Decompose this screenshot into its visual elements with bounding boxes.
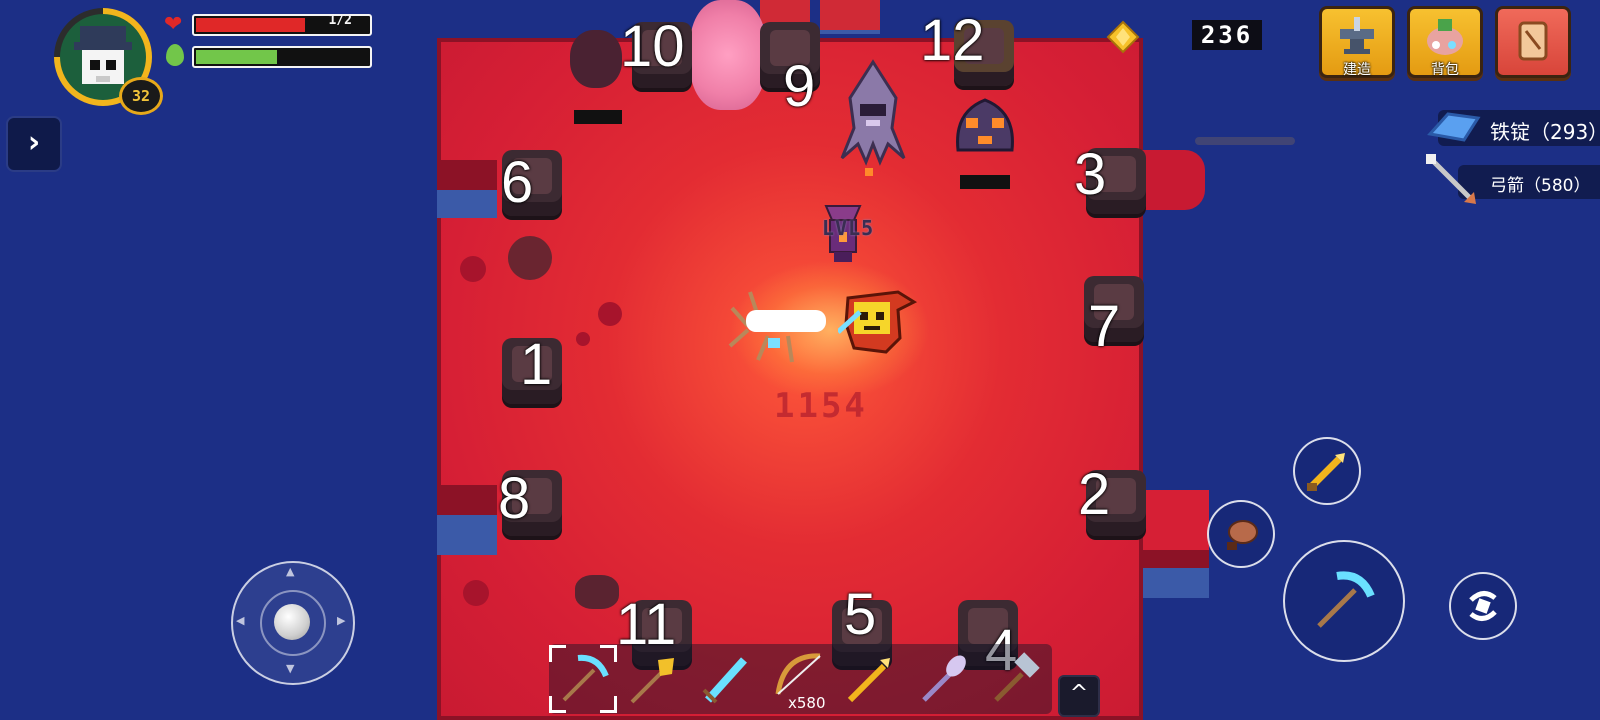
crystal-staff-icon: [922, 655, 966, 702]
blood-spot: [463, 580, 489, 606]
water-gap: [437, 515, 497, 555]
blood-spot: [598, 302, 622, 326]
spider-enemy: [728, 291, 826, 363]
swap-icon: [1469, 591, 1497, 621]
diamond-pickaxe-icon: [562, 654, 609, 702]
health-bar: 1/2: [192, 13, 372, 36]
water-gap: [437, 190, 497, 218]
arrow-down-icon: ▼: [286, 662, 295, 675]
golden-dagger-icon: [1307, 453, 1345, 491]
hotbar-slot-2[interactable]: [622, 646, 688, 712]
joystick-knob[interactable]: [274, 604, 310, 640]
pillar-label-7: 7: [1088, 294, 1121, 359]
hotbar-slot-5[interactable]: [838, 646, 904, 712]
food-button[interactable]: [1207, 500, 1275, 568]
hotbar-slot-7[interactable]: [982, 646, 1048, 712]
pillar-label-5: 5: [844, 582, 877, 647]
build-label: 建造: [1343, 62, 1371, 78]
enemy-level-label: LVL5: [822, 216, 875, 240]
primary-action-button[interactable]: [1283, 540, 1405, 662]
diamond-pickaxe-icon: [1317, 571, 1375, 628]
side-panel-toggle[interactable]: ›: [6, 116, 62, 172]
arrow-icon: [1426, 154, 1476, 204]
arrow-up-icon: ▲: [286, 565, 295, 578]
swap-button[interactable]: [1449, 572, 1517, 640]
wall-ledge: [437, 160, 497, 190]
pillar-label-10: 10: [620, 14, 685, 79]
enemy-health-bar: [574, 110, 622, 124]
iron-hammer-icon: [994, 652, 1040, 702]
pillar-label-2: 2: [1078, 462, 1111, 527]
debris: [575, 575, 619, 609]
pillar-label-1: 1: [520, 332, 553, 397]
wall-ledge: [1143, 550, 1209, 568]
gold-gem-icon: [1106, 20, 1140, 54]
hotbar-expand-button[interactable]: ^: [1058, 675, 1100, 717]
golden-shovel-icon: [630, 658, 674, 704]
arrow-left-icon: ◀: [236, 614, 245, 627]
chevron-right-icon: ›: [27, 125, 41, 160]
lava-slime-enemy: [956, 98, 1014, 152]
pillar-label-6: 6: [501, 150, 534, 215]
arrow-label: 弓箭（580）: [1490, 176, 1591, 196]
energy-bar-fill: [196, 50, 277, 64]
pink-portal: [690, 0, 766, 110]
fire-spark: [865, 168, 873, 176]
health-text: 1/2: [328, 13, 352, 28]
gate-post: [760, 0, 810, 24]
quick-weapon-button[interactable]: [1293, 437, 1361, 505]
energy-bar: [192, 46, 372, 68]
hotbar-slot-4[interactable]: x580: [766, 646, 832, 712]
pillar-label-8: 8: [498, 466, 531, 531]
water-gap: [1143, 200, 1203, 490]
chevron-up-icon: ^: [1069, 681, 1089, 706]
water-gap: [1143, 568, 1209, 598]
wall-ledge: [437, 485, 497, 515]
debris: [508, 236, 552, 280]
hotbar-slot-3[interactable]: [694, 646, 760, 712]
pillar-label-9: 9: [783, 54, 816, 119]
slash-trail: [1195, 137, 1295, 145]
iron-ingot-icon: [1427, 112, 1481, 142]
energy-icon: [166, 44, 184, 66]
arrow-right-icon: ▶: [337, 614, 346, 627]
damage-number: 1154: [774, 386, 868, 426]
player-level-badge: 32: [119, 77, 163, 115]
pillar-label-12: 12: [920, 8, 985, 73]
health-bar-fill: [196, 18, 306, 32]
hotbar-slot-1[interactable]: [550, 646, 616, 712]
squid-enemy: [840, 59, 906, 166]
map-button[interactable]: [1495, 6, 1571, 78]
cooked-fish-icon: [1227, 520, 1258, 550]
backpack-button[interactable]: 背包: [1407, 6, 1483, 78]
currency-amount: 236: [1192, 20, 1262, 50]
blood-spot: [460, 256, 486, 282]
backpack-label: 背包: [1431, 62, 1459, 78]
iron-ingot-label: 铁锭（293）: [1490, 120, 1600, 144]
scroll-map-icon: [1518, 21, 1548, 61]
ice-sword-icon: [702, 657, 747, 704]
anvil-icon: [1340, 17, 1374, 54]
player-character: [838, 290, 918, 354]
blood-spot: [576, 332, 590, 346]
heart-icon: ❤: [164, 12, 183, 37]
pillar-label-3: 3: [1074, 142, 1107, 207]
enemy-health-bar: [960, 175, 1010, 189]
build-button[interactable]: 建造: [1319, 6, 1395, 78]
rock-enemy: [570, 30, 622, 88]
arrow-count: x580: [788, 694, 826, 712]
floor-extension: [1143, 490, 1209, 550]
backpack-icon: [1427, 19, 1463, 55]
gate-post: [820, 0, 880, 34]
golden-dagger-icon: [847, 658, 890, 703]
hotbar-slot-6[interactable]: [910, 646, 976, 712]
